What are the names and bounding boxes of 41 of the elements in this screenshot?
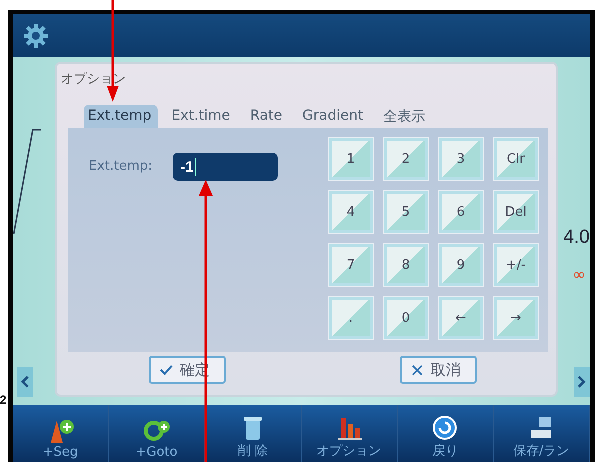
keypad-key[interactable]: 0 xyxy=(384,297,428,339)
chevron-right-icon xyxy=(578,376,586,388)
keypad-key[interactable]: 7 xyxy=(329,244,373,286)
undo-circle-icon xyxy=(431,414,460,442)
keypad-key[interactable]: 5 xyxy=(384,191,428,233)
infinity-symbol: ∞ xyxy=(572,265,586,284)
tab[interactable]: Gradient xyxy=(298,105,370,128)
tab[interactable]: Rate xyxy=(246,105,289,128)
chevron-left-icon xyxy=(21,376,29,388)
keypad-key[interactable]: 3 xyxy=(439,138,483,180)
keypad-key[interactable]: Clr xyxy=(494,138,538,180)
keypad-key[interactable]: ← xyxy=(439,297,483,339)
graph-reading: 4.0 xyxy=(564,227,590,249)
toolbar-button[interactable]: オプション xyxy=(302,405,398,462)
tab[interactable]: Ext.temp xyxy=(84,105,158,128)
keypad-key[interactable]: +/- xyxy=(494,244,538,286)
toolbar-button[interactable]: 削 除 xyxy=(205,405,302,462)
keypad-key[interactable]: 9 xyxy=(439,244,483,286)
toolbar-button[interactable]: 戻り xyxy=(398,405,494,462)
tab[interactable]: Ext.time xyxy=(168,105,236,128)
keypad-key[interactable]: 8 xyxy=(384,244,428,286)
scroll-left-button[interactable] xyxy=(17,367,33,397)
scroll-right-button[interactable] xyxy=(574,367,590,397)
keypad-key[interactable]: 6 xyxy=(439,191,483,233)
keypad-key[interactable]: 2 xyxy=(384,138,428,180)
toolbar-button[interactable]: +Goto xyxy=(109,405,206,462)
close-icon xyxy=(410,363,425,377)
check-icon xyxy=(159,363,174,377)
keypad-key[interactable]: Del xyxy=(494,191,538,233)
gear-icon xyxy=(23,22,49,48)
tab[interactable]: 全表示 xyxy=(379,105,432,128)
dialog-title: オプション xyxy=(60,71,127,89)
cancel-button[interactable]: 取消 xyxy=(400,356,477,384)
field-label: Ext.temp: xyxy=(89,159,153,174)
keypad-key[interactable]: → xyxy=(494,297,538,339)
input-field[interactable]: -1 xyxy=(172,153,278,181)
keypad-key[interactable]: 4 xyxy=(329,191,373,233)
toolbar-button[interactable]: +Seg xyxy=(13,405,110,462)
toolbar-button[interactable]: 保存/ラン xyxy=(494,405,590,462)
keypad-key[interactable]: 1 xyxy=(329,138,373,180)
keypad-key[interactable]: . xyxy=(329,297,373,339)
